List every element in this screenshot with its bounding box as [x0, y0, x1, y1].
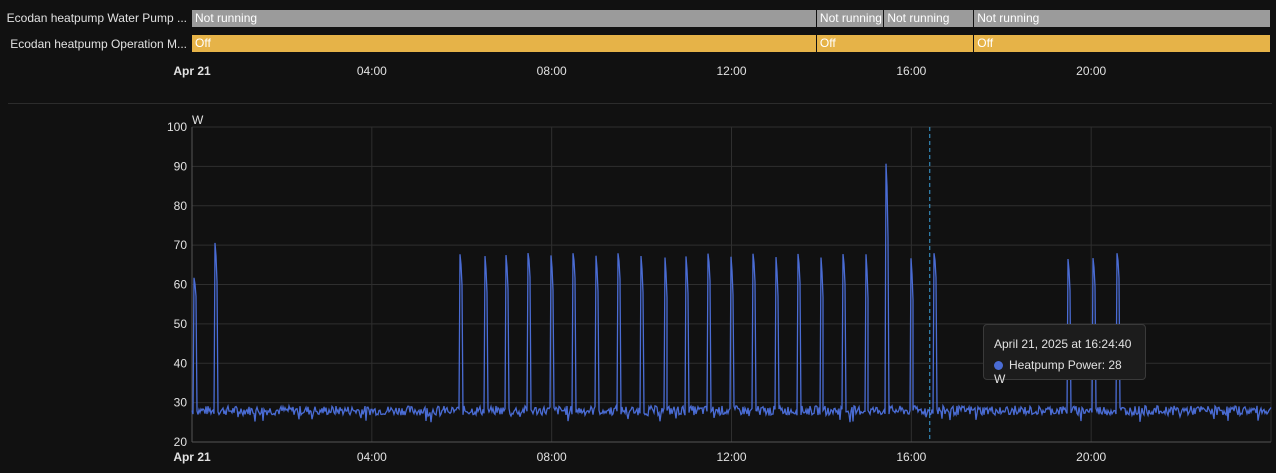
y-tick-label: 80: [174, 199, 188, 213]
y-tick-label: 30: [174, 396, 188, 410]
timeline-row-label-operation-mode: Ecodan heatpump Operation M...: [10, 37, 187, 51]
timeline-tick-label: 04:00: [356, 64, 387, 78]
x-tick-label: Apr 21: [173, 450, 211, 464]
tooltip-value: Heatpump Power: 28 W: [994, 358, 1122, 386]
x-tick-label: 20:00: [1076, 450, 1106, 464]
x-tick-label: 12:00: [716, 450, 746, 464]
timeline-segment[interactable]: Not running: [192, 10, 817, 27]
x-tick-label: 04:00: [357, 450, 387, 464]
y-tick-label: 50: [174, 317, 188, 331]
y-axis-unit: W: [192, 113, 204, 127]
chart-tooltip: April 21, 2025 at 16:24:40 Heatpump Powe…: [983, 324, 1146, 386]
timeline-segment[interactable]: Not running: [816, 10, 885, 27]
timeline-segment[interactable]: Off: [816, 35, 975, 52]
y-tick-label: 60: [174, 278, 188, 292]
y-tick-label: 70: [174, 238, 188, 252]
x-tick-label: 08:00: [537, 450, 567, 464]
timeline-row-label-water-pump: Ecodan heatpump Water Pump ...: [6, 11, 187, 25]
timeline-segment[interactable]: Off: [974, 35, 1271, 52]
tooltip-entry: Heatpump Power: 28 W: [994, 358, 1135, 386]
tooltip-title: April 21, 2025 at 16:24:40: [994, 337, 1132, 351]
series-color-dot: [994, 361, 1003, 370]
timeline-tick-label: Apr 21: [173, 64, 211, 78]
timeline-tick-label: 20:00: [1076, 64, 1107, 78]
timeline-tick-label: 08:00: [536, 64, 567, 78]
power-line-chart[interactable]: 20 30 40 50 60 70 80 90 100 Apr 21 04:00 08:00 12:00…: [0, 110, 1276, 473]
timeline-tick-label: 12:00: [716, 64, 747, 78]
timeline-segment[interactable]: Not running: [974, 10, 1271, 27]
y-tick-label: 40: [174, 356, 188, 370]
x-tick-label: 16:00: [896, 450, 926, 464]
y-tick-label: 90: [174, 159, 188, 173]
y-tick-label: 100: [167, 120, 187, 134]
timeline-tick-label: 16:00: [896, 64, 927, 78]
timeline-segment[interactable]: Not running: [884, 10, 975, 27]
timeline-segment[interactable]: Off: [192, 35, 817, 52]
y-tick-label: 20: [174, 435, 188, 449]
section-divider: [8, 103, 1272, 104]
